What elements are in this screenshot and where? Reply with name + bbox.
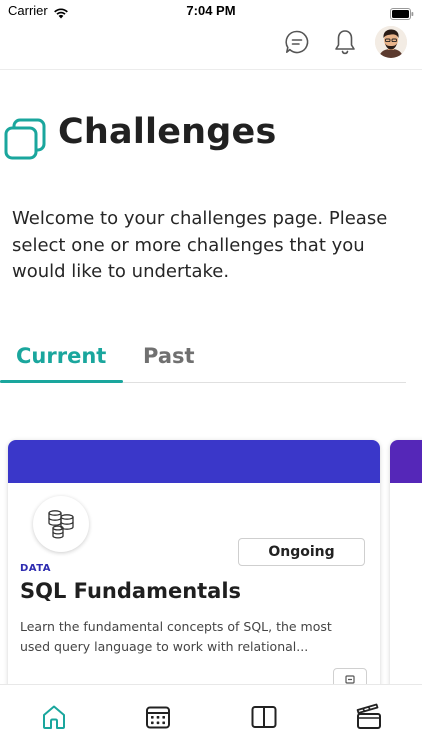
active-tab-indicator <box>0 380 123 383</box>
nav-book-icon[interactable] <box>250 703 278 731</box>
chat-bubble-icon[interactable] <box>284 29 310 55</box>
avatar[interactable] <box>375 26 407 58</box>
nav-home-icon[interactable] <box>40 703 68 731</box>
nav-calendar-icon[interactable] <box>144 703 172 731</box>
card-icon-badge <box>33 496 89 552</box>
status-bar: Carrier 7:04 PM <box>0 0 422 24</box>
next-card-banner <box>390 440 422 483</box>
tab-current[interactable]: Current <box>16 344 106 368</box>
card-category: DATA <box>20 563 52 574</box>
bell-icon[interactable] <box>332 28 358 56</box>
intro-text: Welcome to your challenges page. Please … <box>12 208 388 282</box>
status-badge: Ongoing <box>238 538 365 566</box>
page-title: Challenges <box>58 112 277 152</box>
nav-clapperboard-icon[interactable] <box>355 703 383 731</box>
database-icon <box>46 508 76 540</box>
challenges-logo-icon <box>4 118 48 162</box>
top-app-bar <box>0 24 422 70</box>
status-time: 7:04 PM <box>186 3 236 18</box>
challenge-tabs: Current Past <box>0 338 406 383</box>
card-title: SQL Fundamentals <box>20 579 242 603</box>
battery-icon <box>390 5 414 24</box>
card-description: Learn the fundamental concepts of SQL, t… <box>20 619 332 654</box>
bottom-nav <box>0 684 422 750</box>
tab-past[interactable]: Past <box>143 344 195 368</box>
card-banner <box>8 440 380 483</box>
